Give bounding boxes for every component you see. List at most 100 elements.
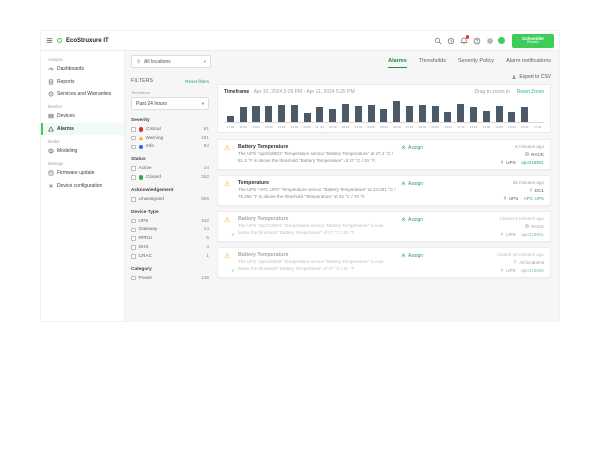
alarm-main: Battery Temperature The UPS "apc018901" … — [238, 144, 396, 165]
ecostruxure-swirl-icon — [57, 38, 62, 43]
histogram-bar[interactable] — [483, 111, 490, 123]
alarm-card-closed[interactable]: ⚠✓ Battery Temperature The UPS "apc01890… — [217, 247, 551, 278]
alarm-device[interactable]: UPS · apc018905 — [500, 268, 544, 273]
filter-option-count: 14 — [204, 166, 209, 171]
history-icon[interactable] — [446, 36, 455, 45]
search-icon[interactable] — [433, 36, 442, 45]
timeframe-select[interactable]: Past 24 hours ▾ — [131, 97, 209, 110]
histogram-bar[interactable] — [342, 104, 349, 122]
assign-button[interactable]: Assign — [401, 180, 451, 187]
sidebar-item-services-and-warranties[interactable]: Services and Warranties — [41, 88, 124, 100]
sidebar-item-modeling[interactable]: Modeling — [41, 145, 124, 157]
filter-group-severity: Severity — [131, 118, 209, 123]
alarm-card-closed[interactable]: ⚠✓ Battery Temperature The UPS "apc01890… — [217, 211, 551, 242]
sidebar-item-device-configuration[interactable]: Device configuration — [41, 180, 124, 192]
histogram-bar[interactable] — [278, 105, 285, 122]
user-avatar[interactable] — [498, 37, 505, 44]
histogram-bar[interactable] — [291, 105, 298, 122]
tab-alarm-notifications[interactable]: Alarm notifications — [506, 58, 551, 68]
alarm-meta: Closed 10 minutes ago All locations UPS … — [456, 252, 544, 273]
x-axis-label: 09:00 — [429, 125, 442, 129]
checkbox-closed[interactable] — [131, 175, 136, 180]
help-icon[interactable] — [472, 36, 481, 45]
checkbox-active[interactable] — [131, 166, 136, 171]
histogram-bar[interactable] — [470, 107, 477, 122]
alarm-location[interactable]: RACK — [525, 152, 544, 157]
checkbox-unassigned[interactable] — [131, 197, 136, 202]
alarm-histogram-bars[interactable] — [224, 99, 544, 123]
checkbox-crac[interactable] — [131, 254, 136, 259]
assign-button[interactable]: Assign — [401, 216, 451, 223]
tab-thresholds[interactable]: Thresholds — [419, 58, 446, 68]
topbar-actions: Schneider Electric — [433, 34, 554, 48]
ups-device-icon — [500, 160, 504, 164]
tab-severity-policy[interactable]: Severity Policy — [458, 58, 494, 68]
histogram-bar[interactable] — [380, 109, 387, 122]
location-selector[interactable]: All locations ▾ — [131, 55, 211, 68]
checkbox-ups[interactable] — [131, 219, 136, 224]
checkbox-dhs[interactable] — [131, 245, 136, 250]
checkbox-gateway[interactable] — [131, 228, 136, 233]
assign-person-icon — [401, 181, 406, 186]
histogram-bar[interactable] — [508, 112, 515, 122]
ups-device-icon — [500, 268, 504, 272]
alarm-device-link[interactable]: APC UPS — [524, 196, 544, 201]
checkbox-critical[interactable] — [131, 127, 136, 132]
assign-button[interactable]: Assign — [401, 252, 451, 259]
sidebar-item-devices[interactable]: Devices — [41, 110, 124, 122]
checkbox-power[interactable] — [131, 276, 136, 281]
reset-zoom-button[interactable]: Reset Zoom — [517, 89, 544, 95]
filter-option-count: 366 — [201, 197, 209, 202]
alarm-location[interactable]: DC1 — [529, 188, 544, 193]
histogram-bar[interactable] — [265, 106, 272, 122]
filter-option-label: Warning — [146, 136, 164, 141]
alarm-device[interactable]: UPS · APC UPS — [503, 196, 544, 201]
filter-option-warning: Warning 191 — [131, 136, 209, 141]
assign-button[interactable]: Assign — [401, 144, 451, 151]
notifications-bell-icon[interactable] — [459, 36, 468, 45]
sidebar-item-firmware-update[interactable]: Firmware update — [41, 167, 124, 179]
export-to-csv-button[interactable]: Export to CSV — [511, 74, 551, 80]
histogram-bar[interactable] — [329, 109, 336, 122]
histogram-bar[interactable] — [496, 106, 503, 122]
histogram-bar[interactable] — [227, 116, 234, 122]
alarm-device[interactable]: UPS · apc018901 — [500, 232, 544, 237]
histogram-bar[interactable] — [419, 105, 426, 122]
alarm-location[interactable]: RACK — [525, 224, 544, 229]
alarm-device-link[interactable]: apc018905 — [521, 268, 544, 273]
alarm-location[interactable]: All locations — [513, 260, 544, 265]
filter-option-active: Active 14 — [131, 166, 209, 171]
modeling-icon — [48, 148, 54, 154]
checkbox-info[interactable] — [131, 145, 136, 150]
histogram-bar[interactable] — [316, 107, 323, 122]
histogram-bar[interactable] — [252, 106, 259, 122]
reset-filters-link[interactable]: Reset filters — [185, 79, 209, 84]
alarm-description: The UPS "APC UPS" Temperature sensor "Ba… — [238, 187, 396, 200]
histogram-bar[interactable] — [240, 107, 247, 122]
sidebar-item-alarms[interactable]: Alarms — [41, 123, 124, 135]
alarm-device[interactable]: UPS · apc018901 — [500, 160, 544, 165]
histogram-bar[interactable] — [355, 106, 362, 122]
tab-alarms[interactable]: Alarms — [388, 58, 407, 68]
settings-gear-icon[interactable] — [485, 36, 494, 45]
hamburger-menu-icon[interactable] — [46, 37, 53, 44]
histogram-bar[interactable] — [457, 104, 464, 122]
histogram-bar[interactable] — [432, 106, 439, 122]
histogram-bar[interactable] — [521, 107, 528, 122]
histogram-bar[interactable] — [304, 113, 311, 122]
histogram-bar[interactable] — [406, 106, 413, 122]
alarm-card[interactable]: ⚠ Battery Temperature The UPS "apc018901… — [217, 139, 551, 170]
alarm-device-link[interactable]: apc018901 — [521, 160, 544, 165]
alarm-device-link[interactable]: apc018901 — [521, 232, 544, 237]
content-header: All locations ▾ Alarms Thresholds Severi… — [125, 51, 559, 68]
histogram-bar[interactable] — [393, 101, 400, 122]
closed-status-icon — [139, 175, 144, 180]
checkbox-rpdu[interactable] — [131, 236, 136, 241]
histogram-bar[interactable] — [368, 105, 375, 122]
sidebar-item-dashboards[interactable]: Dashboards — [41, 63, 124, 75]
checkbox-warning[interactable] — [131, 136, 136, 141]
sidebar-item-reports[interactable]: Reports — [41, 75, 124, 87]
x-axis-label: 07:00 — [403, 125, 416, 129]
histogram-bar[interactable] — [444, 112, 451, 122]
alarm-card[interactable]: ⚠ Temperature The UPS "APC UPS" Temperat… — [217, 175, 551, 206]
